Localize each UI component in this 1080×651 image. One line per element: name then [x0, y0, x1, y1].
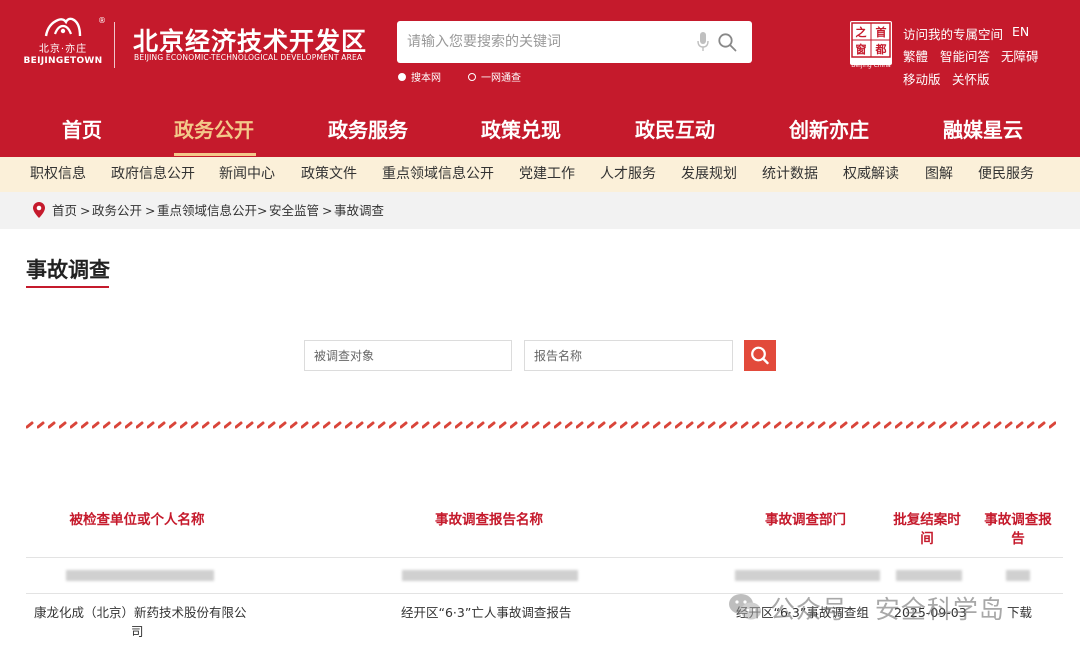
radio-selected-icon [398, 72, 406, 81]
redacted-cell [402, 570, 578, 581]
sub-nav-item[interactable]: 政策文件 [301, 157, 357, 192]
breadcrumb-item[interactable]: 重点领域信息公开 [157, 192, 257, 229]
sub-nav-item[interactable]: 图解 [925, 157, 953, 192]
sub-nav-item[interactable]: 政府信息公开 [111, 157, 195, 192]
nav-item-government-affairs-disclosure[interactable]: 政务公开 [174, 104, 254, 157]
scope-option-site[interactable]: 搜本网 [398, 69, 441, 84]
report-name-input[interactable] [524, 340, 733, 371]
capital-window-logo[interactable]: 之 首 窗 都 [850, 21, 892, 65]
column-header-download-line1: 事故调查报 [984, 512, 1052, 528]
dragon-emblem-icon [44, 17, 82, 37]
nav-item-home[interactable]: 首页 [62, 104, 102, 157]
search-icon [751, 346, 769, 365]
nav-item-public-interaction[interactable]: 政民互动 [635, 104, 715, 157]
registered-mark: ® [98, 16, 106, 25]
sub-nav-item[interactable]: 统计数据 [762, 157, 818, 192]
decorative-wave-divider [26, 420, 1056, 430]
mobile-version-link[interactable]: 移动版 [903, 69, 941, 88]
breadcrumb-item[interactable]: 政务公开 [92, 192, 142, 229]
table-cell-entity-wrap: 司 [131, 624, 144, 639]
table-cell-report-link[interactable]: 经开区“6·3”亡人事故调查报告 [401, 603, 571, 622]
sub-nav-item[interactable]: 发展规划 [681, 157, 737, 192]
table-row-divider [26, 557, 1063, 558]
page-title-underline [26, 286, 109, 288]
logo-en-text: BEIJINGETOWN [23, 56, 103, 66]
nav-item-media-cloud[interactable]: 融媒星云 [943, 104, 1023, 157]
watermark-text: 公众号 · 安全科学岛 [770, 595, 1005, 624]
site-subtitle: BEIJING ECONOMIC-TECHNOLOGICAL DEVELOPME… [134, 53, 363, 62]
global-search-input[interactable] [397, 21, 687, 63]
location-pin-icon [33, 202, 45, 218]
search-icon[interactable] [717, 32, 737, 52]
accessibility-link[interactable]: 无障碍 [1001, 46, 1039, 65]
radio-unselected-icon [468, 72, 476, 81]
download-link[interactable]: 下载 [1007, 603, 1032, 622]
scope-option-all[interactable]: 一网通查 [468, 69, 521, 84]
active-nav-indicator [174, 153, 256, 156]
microphone-icon[interactable] [697, 31, 709, 53]
sub-nav-item[interactable]: 权威解读 [843, 157, 899, 192]
sub-nav-item[interactable]: 重点领域信息公开 [382, 157, 494, 192]
redacted-cell [896, 570, 962, 581]
page-title: 事故调查 [26, 258, 110, 282]
column-header-entity: 被检查单位或个人名称 [69, 512, 205, 528]
breadcrumb-separator: > [80, 203, 91, 218]
sub-nav-item[interactable]: 职权信息 [30, 157, 86, 192]
traditional-chinese-link[interactable]: 繁體 [903, 46, 928, 65]
breadcrumb-current: 事故调查 [334, 203, 385, 218]
investigated-target-input[interactable] [304, 340, 512, 371]
column-header-date: 批复结案时间 [893, 512, 961, 547]
nav-item-government-services[interactable]: 政务服务 [328, 104, 408, 157]
site-logo[interactable]: ® 北京·亦庄 BEIJINGETOWN [22, 16, 107, 72]
sub-nav-item[interactable]: 党建工作 [519, 157, 575, 192]
nav-item-policy-fulfillment[interactable]: 政策兑现 [481, 104, 561, 157]
logo-cn-text: 北京·亦庄 [38, 44, 88, 55]
capital-char: 窗 [856, 42, 867, 56]
logo-divider [114, 22, 115, 68]
column-header-download: 事故调查报 告 [978, 511, 1058, 549]
redacted-cell [66, 570, 214, 581]
capital-char: 都 [875, 42, 887, 56]
sub-nav-item[interactable]: 新闻中心 [219, 157, 275, 192]
capital-char: 之 [856, 25, 867, 39]
breadcrumb-item[interactable]: 安全监管 [269, 192, 319, 229]
care-version-link[interactable]: 关怀版 [952, 69, 990, 88]
sub-nav-item[interactable]: 人才服务 [600, 157, 656, 192]
scope-option-label: 一网通查 [481, 73, 521, 84]
breadcrumb-separator: > [145, 203, 156, 218]
capital-window-icon: 之 首 窗 都 [851, 22, 891, 58]
nav-item-innovation-yizhuang[interactable]: 创新亦庄 [789, 104, 869, 157]
sub-nav-item[interactable]: 便民服务 [978, 157, 1034, 192]
wechat-icon [729, 594, 761, 620]
column-header-department: 事故调查部门 [765, 512, 846, 528]
column-header-report: 事故调查报告名称 [435, 512, 543, 528]
column-header-download-line2: 告 [1011, 531, 1025, 547]
redacted-cell [735, 570, 880, 581]
english-link[interactable]: EN [1012, 24, 1029, 39]
capital-logo-caption: Beijing·China [851, 62, 891, 69]
table-cell-entity: 康龙化成（北京）新药技术股份有限公 [34, 605, 247, 620]
smart-qa-link[interactable]: 智能问答 [940, 46, 990, 65]
breadcrumb-separator: > [322, 203, 333, 218]
breadcrumb-separator: > [257, 203, 268, 218]
scope-option-label: 搜本网 [411, 73, 441, 84]
capital-char: 首 [876, 25, 887, 39]
redacted-cell [1006, 570, 1030, 581]
breadcrumb-item[interactable]: 首页 [52, 192, 77, 229]
filter-search-button[interactable] [744, 340, 776, 371]
my-space-link[interactable]: 访问我的专属空间 [903, 24, 1003, 43]
